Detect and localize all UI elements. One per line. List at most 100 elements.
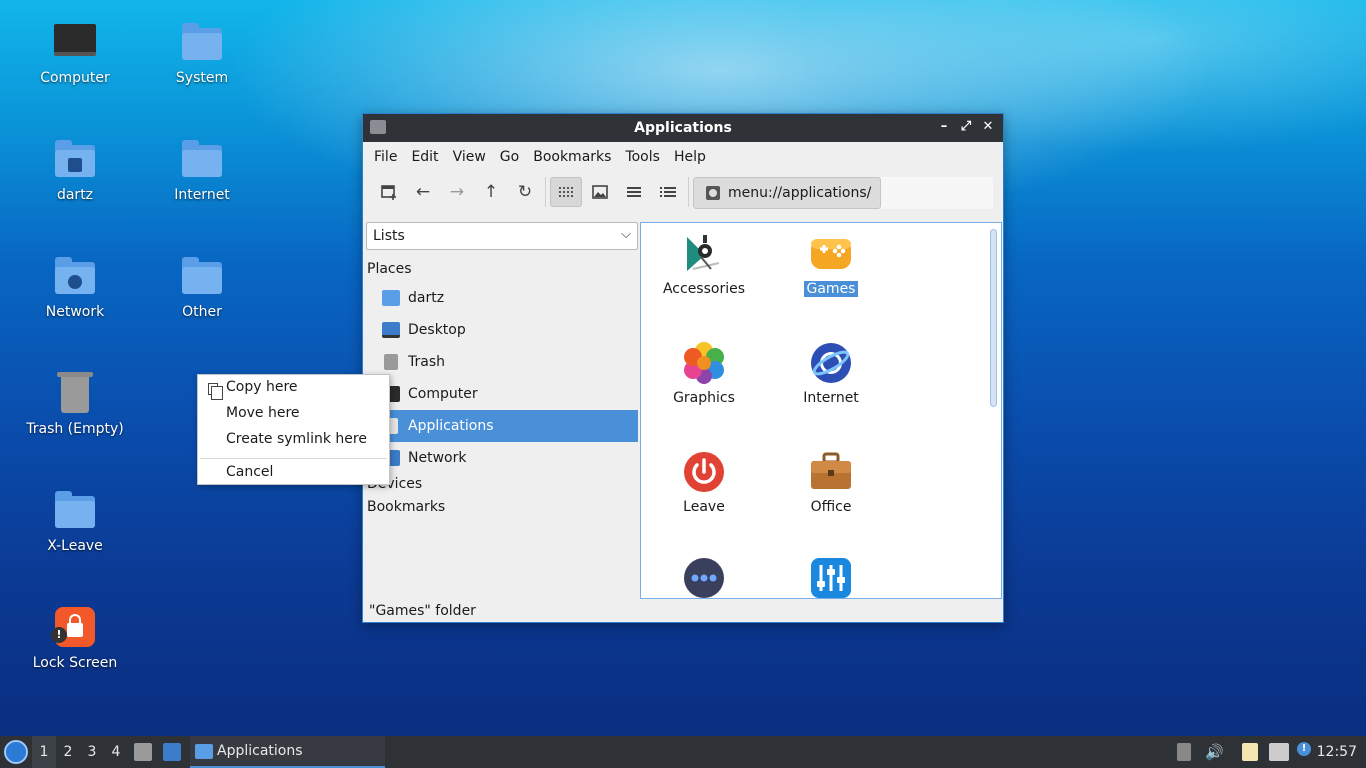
up-button[interactable]: ↑ — [475, 177, 507, 207]
side-pane-mode-select[interactable]: Lists ⌵ — [366, 222, 638, 250]
app-folder-settings[interactable] — [776, 557, 886, 598]
app-folder-leave[interactable]: Leave — [649, 451, 759, 515]
desktop-icon-label: Lock Screen — [32, 655, 118, 671]
menu-item-cancel[interactable]: Cancel — [226, 464, 273, 480]
desktop-icon-trash[interactable]: Trash (Empty) — [15, 371, 135, 437]
place-applications[interactable]: Applications — [364, 410, 638, 442]
folder-view[interactable]: Accessories Games Graphics Internet Leav… — [640, 222, 1002, 599]
forward-button[interactable]: → — [441, 177, 473, 207]
network-folder-icon — [55, 257, 95, 294]
new-tab-button[interactable] — [373, 177, 405, 207]
app-folder-accessories[interactable]: Accessories — [649, 233, 759, 297]
menu-item-copy-here[interactable]: Copy here — [226, 379, 298, 395]
place-label: Desktop — [408, 322, 466, 338]
desktop-icon-label: dartz — [56, 187, 94, 203]
place-network[interactable]: Network — [364, 442, 638, 474]
scrollbar-thumb[interactable] — [990, 229, 997, 407]
app-folder-office[interactable]: Office — [776, 451, 886, 515]
app-folder-more[interactable] — [649, 557, 759, 598]
places-header[interactable]: Places — [367, 261, 412, 277]
detailed-view-button[interactable] — [652, 177, 684, 207]
computer-icon — [54, 24, 96, 56]
minimize-button[interactable]: – — [935, 118, 953, 136]
icon-view-button[interactable] — [550, 177, 582, 207]
detailed-list-icon — [660, 187, 676, 197]
notification-icon[interactable]: ! — [1297, 742, 1311, 756]
location-bar[interactable]: menu://applications/ — [693, 177, 993, 209]
show-desktop-icon[interactable] — [163, 743, 181, 761]
toolbar: ← → ↑ ↻ menu://applications/ — [363, 172, 1003, 212]
place-label: Trash — [408, 354, 445, 370]
workspace-3[interactable]: 3 — [80, 736, 104, 768]
toolbar-separator — [688, 177, 689, 207]
menu-item-move-here[interactable]: Move here — [226, 405, 300, 421]
desktop-icon-system[interactable]: System — [142, 20, 262, 86]
file-manager-launcher-icon[interactable] — [134, 743, 152, 761]
desktop-icon — [382, 322, 400, 338]
task-label: Applications — [217, 743, 303, 759]
menu-edit[interactable]: Edit — [404, 149, 445, 165]
thumbnail-view-button[interactable] — [584, 177, 616, 207]
place-computer[interactable]: Computer — [364, 378, 638, 410]
menu-item-create-symlink[interactable]: Create symlink here — [226, 431, 367, 447]
place-dartz[interactable]: dartz — [364, 282, 638, 314]
place-label: Applications — [408, 418, 494, 434]
desktop-icon-label: Other — [182, 304, 222, 320]
chevron-down-icon: ⌵ — [621, 227, 631, 242]
window-titlebar[interactable]: Applications – ⤢ ✕ — [363, 114, 1003, 142]
app-folder-graphics[interactable]: Graphics — [649, 342, 759, 406]
app-folder-games[interactable]: Games — [776, 233, 886, 297]
menu-view[interactable]: View — [446, 149, 493, 165]
power-icon — [684, 452, 724, 492]
eject-icon[interactable] — [1177, 743, 1191, 761]
place-label: Network — [408, 450, 467, 466]
trash-icon — [384, 354, 398, 370]
app-label: Games — [803, 281, 859, 297]
desktop-icon-lock-screen[interactable]: ! Lock Screen — [15, 605, 135, 671]
back-button[interactable]: ← — [407, 177, 439, 207]
taskbar-item-applications[interactable]: Applications — [190, 736, 385, 768]
menu-bookmarks[interactable]: Bookmarks — [526, 149, 618, 165]
folder-icon — [195, 744, 213, 759]
app-label: Graphics — [673, 390, 735, 406]
menu-go[interactable]: Go — [493, 149, 526, 165]
workspace-1[interactable]: 1 — [32, 736, 56, 768]
close-button[interactable]: ✕ — [979, 118, 997, 136]
menu-tools[interactable]: Tools — [618, 149, 667, 165]
desktop-icon-x-leave[interactable]: X-Leave — [15, 488, 135, 554]
place-trash[interactable]: Trash — [364, 346, 638, 378]
games-icon — [811, 239, 851, 269]
workspace-2[interactable]: 2 — [56, 736, 80, 768]
taskbar: 1 2 3 4 Applications 🔊 ! 12:57 — [0, 736, 1366, 768]
app-folder-internet[interactable]: Internet — [776, 342, 886, 406]
copy-icon — [208, 383, 223, 400]
briefcase-icon — [811, 452, 851, 489]
desktop-icon-label: Internet — [174, 187, 230, 203]
desktop-icon-internet[interactable]: Internet — [142, 137, 262, 203]
folder-icon — [182, 140, 222, 177]
scrollbar[interactable] — [989, 229, 997, 595]
reload-button[interactable]: ↻ — [509, 177, 541, 207]
desktop-icon-dartz[interactable]: dartz — [15, 137, 135, 203]
desktop-icon-label: Network — [45, 304, 105, 320]
start-menu-icon[interactable] — [4, 740, 28, 764]
menubar: File Edit View Go Bookmarks Tools Help — [363, 142, 1003, 172]
menu-help[interactable]: Help — [667, 149, 713, 165]
place-desktop[interactable]: Desktop — [364, 314, 638, 346]
clipboard-icon[interactable] — [1242, 743, 1258, 761]
home-folder-icon — [55, 140, 95, 177]
maximize-button[interactable]: ⤢ — [957, 118, 975, 136]
network-status-icon[interactable] — [1269, 743, 1289, 761]
path-button[interactable]: menu://applications/ — [693, 177, 881, 209]
clock[interactable]: 12:57 — [1317, 736, 1357, 768]
arrow-right-icon: → — [449, 182, 465, 202]
desktop-icon-network[interactable]: Network — [15, 254, 135, 320]
volume-icon[interactable]: 🔊 — [1205, 743, 1224, 761]
desktop-icon-computer[interactable]: Computer — [15, 20, 135, 86]
bookmarks-header[interactable]: Bookmarks — [367, 499, 445, 515]
workspace-4[interactable]: 4 — [104, 736, 128, 768]
menu-file[interactable]: File — [367, 149, 404, 165]
compact-view-button[interactable] — [618, 177, 650, 207]
desktop-icon-label: System — [175, 70, 229, 86]
desktop-icon-other[interactable]: Other — [142, 254, 262, 320]
